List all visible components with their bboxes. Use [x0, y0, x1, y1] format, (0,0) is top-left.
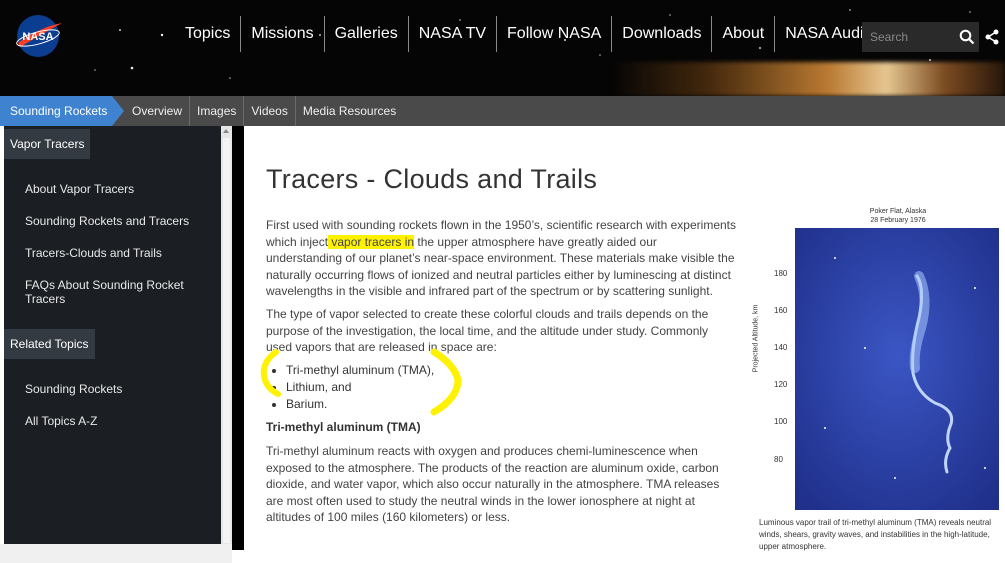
- figure-caption: Luminous vapor trail of tri-methyl alumi…: [759, 518, 992, 551]
- subnav-overview[interactable]: Overview: [125, 96, 189, 126]
- sidebar-link-sounding-rockets-and-tracers[interactable]: Sounding Rockets and Tracers: [4, 205, 221, 237]
- nasa-logo[interactable]: NASA: [10, 13, 66, 59]
- sidebar-scrollbar[interactable]: [221, 126, 232, 550]
- search-box: [862, 22, 979, 52]
- subnav-media-resources[interactable]: Media Resources: [294, 96, 403, 126]
- sidebar-link-sounding-rockets[interactable]: Sounding Rockets: [4, 373, 221, 405]
- sidebar-heading-vapor-tracers: Vapor Tracers: [4, 129, 91, 159]
- page-title: Tracers - Clouds and Trails: [266, 164, 598, 194]
- tma-paragraph: Tri-methyl aluminum reacts with oxygen a…: [266, 444, 720, 524]
- subnav-videos[interactable]: Videos: [243, 96, 294, 126]
- breadcrumb-sounding-rockets[interactable]: Sounding Rockets: [0, 96, 124, 126]
- figure-location: Poker Flat, Alaska: [869, 208, 927, 215]
- tma-trail-drawing: [795, 228, 999, 510]
- sidebar-link-about-vapor-tracers[interactable]: About Vapor Tracers: [4, 173, 221, 205]
- main-nav: Topics Missions Galleries NASA TV Follow…: [175, 14, 916, 54]
- nav-nasa-tv[interactable]: NASA TV: [407, 16, 496, 52]
- divider: [232, 126, 244, 550]
- search-input[interactable]: [862, 30, 952, 44]
- scrollbar-thumb[interactable]: [223, 138, 230, 543]
- logo-text: NASA: [22, 31, 53, 43]
- figure-tick: 100: [774, 417, 788, 426]
- header-image-flare: [610, 62, 1005, 96]
- sidebar-link-all-topics[interactable]: All Topics A-Z: [4, 405, 221, 437]
- search-icon[interactable]: [959, 29, 975, 45]
- figure-tick: 80: [774, 455, 783, 464]
- nav-galleries[interactable]: Galleries: [323, 16, 408, 52]
- bottom-strip: [0, 544, 232, 563]
- yellow-annotation-left-bracket: [260, 349, 281, 397]
- vapor-list: Tri-methyl aluminum (TMA), Lithium, and …: [286, 362, 434, 413]
- figure-tick: 180: [774, 269, 788, 278]
- subnav-images[interactable]: Images: [189, 96, 243, 126]
- share-icon[interactable]: [984, 29, 1000, 45]
- sidebar-link-tracers-clouds-and-trails[interactable]: Tracers-Clouds and Trails: [4, 237, 221, 269]
- nav-follow-nasa[interactable]: Follow NASA: [496, 16, 611, 52]
- yellow-annotation-right-bracket: [430, 348, 462, 416]
- figure-tick: 120: [774, 380, 788, 389]
- sidebar: Vapor Tracers About Vapor Tracers Soundi…: [4, 126, 221, 544]
- list-item: Barium.: [286, 396, 434, 413]
- sidebar-link-faqs[interactable]: FAQs About Sounding Rocket Tracers: [4, 269, 221, 315]
- figure-tick: 140: [774, 343, 788, 352]
- nav-topics[interactable]: Topics: [175, 16, 240, 52]
- nav-downloads[interactable]: Downloads: [611, 16, 711, 52]
- figure-date: 28 February 1976: [870, 217, 926, 224]
- vapor-paragraph: The type of vapor selected to create the…: [266, 307, 709, 354]
- tma-trail-figure: Poker Flat, Alaska 28 February 1976 Proj…: [752, 205, 1003, 555]
- figure-location-caption: Poker Flat, Alaska 28 February 1976: [838, 207, 958, 225]
- site-header: NASA Topics Missions Galleries NASA TV F…: [0, 0, 1005, 96]
- figure-y-axis-label: Projected Altitude, km: [752, 304, 760, 373]
- nav-missions[interactable]: Missions: [240, 16, 323, 52]
- highlighted-text: vapor tracers in: [328, 234, 415, 249]
- intro-paragraph: First used with sounding rockets flown i…: [266, 217, 736, 300]
- tma-trail-photo: [795, 228, 999, 510]
- section-subnav: Sounding Rockets Overview Images Videos …: [0, 96, 1005, 126]
- sidebar-heading-related-topics: Related Topics: [4, 329, 95, 359]
- tma-subheading: Tri-methyl aluminum (TMA): [266, 420, 421, 434]
- scroll-up-arrow-icon[interactable]: [223, 129, 229, 133]
- list-item: Tri-methyl aluminum (TMA),: [286, 362, 434, 379]
- list-item: Lithium, and: [286, 379, 434, 396]
- figure-tick: 160: [774, 306, 788, 315]
- nav-about[interactable]: About: [711, 16, 774, 52]
